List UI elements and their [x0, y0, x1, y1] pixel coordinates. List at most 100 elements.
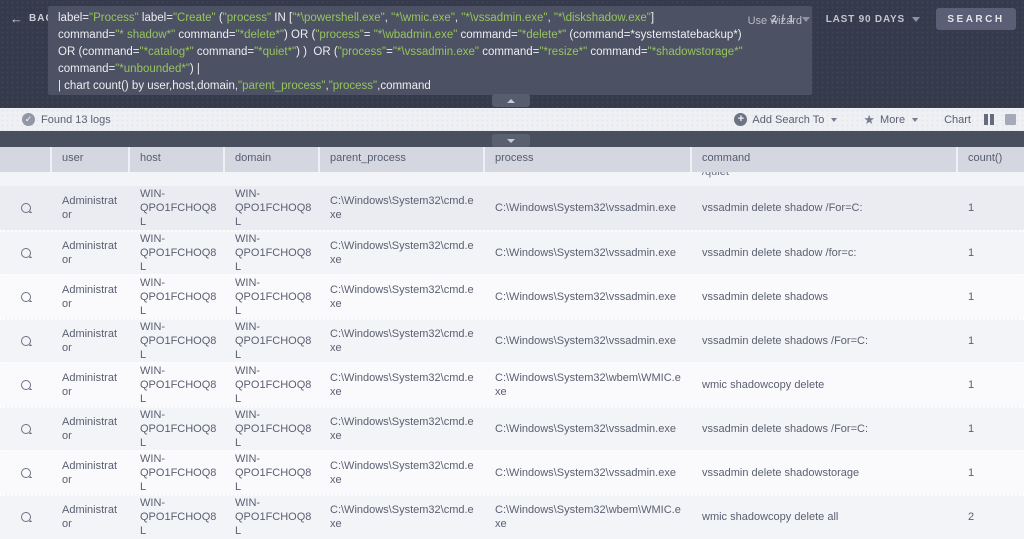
- query-token-value: "*quiet*": [254, 46, 296, 58]
- cell-domain: WIN-QPO1FCHOQ8L: [225, 496, 320, 538]
- add-search-to-label: Add Search To: [752, 114, 824, 126]
- column-header-actions[interactable]: [0, 147, 52, 172]
- cell-actions: [0, 203, 52, 213]
- query-token: ]: [651, 12, 654, 24]
- query-token: IN [: [271, 12, 292, 24]
- query-token-value: "* shadow*": [115, 29, 175, 41]
- table-row: AdministratorWIN-QPO1FCHOQ8LWIN-QPO1FCHO…: [0, 362, 1024, 406]
- chevron-down-icon: [831, 118, 837, 122]
- more-dropdown[interactable]: ★ More: [863, 113, 918, 126]
- cell-parent_process: C:\Windows\System32\cmd.exe: [320, 371, 485, 399]
- column-header-user[interactable]: user: [52, 147, 130, 172]
- cell-parent_process: C:\Windows\System32\cmd.exe: [320, 283, 485, 311]
- cell-parent_process: C:\Windows\System32\cmd.exe: [320, 415, 485, 443]
- query-token: command=: [457, 29, 517, 41]
- table-row: AdministratorWIN-QPO1FCHOQ8LWIN-QPO1FCHO…: [0, 494, 1024, 538]
- query-token-value: "*\powershell.exe": [292, 12, 385, 24]
- column-header-command[interactable]: command: [692, 147, 958, 172]
- search-log-icon[interactable]: [21, 336, 31, 346]
- search-log-icon[interactable]: [21, 248, 31, 258]
- cell-process: C:\Windows\System32\vssadmin.exe: [485, 246, 692, 260]
- cell-user: Administrator: [52, 194, 130, 222]
- cell-command: vssadmin delete shadow /for=c:: [692, 246, 958, 260]
- cell-command: vssadmin delete shadows /For=C:: [692, 422, 958, 436]
- cell-command: vssadmin delete shadow /For=C:: [692, 201, 958, 215]
- cell-parent_process: C:\Windows\System32\cmd.exe: [320, 239, 485, 267]
- cell-actions: [0, 336, 52, 346]
- cell-host: WIN-QPO1FCHOQ8L: [130, 408, 225, 450]
- search-log-icon[interactable]: [21, 292, 31, 302]
- cell-domain: WIN-QPO1FCHOQ8L: [225, 232, 320, 274]
- toolbar-actions: + Add Search To ★ More Chart: [708, 113, 1016, 126]
- collapse-query-button[interactable]: [492, 94, 530, 107]
- search-log-icon[interactable]: [21, 424, 31, 434]
- cell-domain: WIN-QPO1FCHOQ8L: [225, 320, 320, 362]
- search-log-icon[interactable]: [21, 380, 31, 390]
- table-row: AdministratorWIN-QPO1FCHOQ8LWIN-QPO1FCHO…: [0, 406, 1024, 450]
- page-indicator: 2 / 1: [771, 14, 794, 25]
- cell-user: Administrator: [52, 503, 130, 531]
- search-button[interactable]: SEARCH: [936, 8, 1016, 30]
- column-header-count()[interactable]: count(): [958, 147, 1024, 172]
- cell-domain: WIN-QPO1FCHOQ8L: [225, 364, 320, 406]
- query-token-value: "*delete*": [518, 29, 566, 41]
- query-token-value: "*unbounded*": [115, 63, 190, 75]
- cell-command: wmic shadowcopy delete all: [692, 510, 958, 524]
- table-strip: [0, 131, 1024, 147]
- chevron-up-icon: [507, 99, 515, 103]
- bar-chart-icon[interactable]: [984, 114, 994, 125]
- search-log-icon[interactable]: [21, 203, 31, 213]
- cell-process: C:\Windows\System32\vssadmin.exe: [485, 422, 692, 436]
- cell-host: WIN-QPO1FCHOQ8L: [130, 320, 225, 362]
- log-search-app: ← BACK label="Process" label="Create" ("…: [0, 0, 1024, 539]
- search-log-icon[interactable]: [21, 512, 31, 522]
- column-header-process[interactable]: process: [485, 147, 692, 172]
- query-token: command=: [194, 46, 254, 58]
- collapse-results-button[interactable]: [492, 134, 530, 147]
- cell-actions: [0, 468, 52, 478]
- query-token-value: "Process": [89, 12, 139, 24]
- cell-domain: WIN-QPO1FCHOQ8L: [225, 408, 320, 450]
- cell-process: C:\Windows\System32\wbem\WMIC.exe: [485, 371, 692, 399]
- query-token-value: "*\diskshadow.exe": [554, 12, 651, 24]
- query-token: label=: [58, 12, 89, 24]
- cell-actions: [0, 512, 52, 522]
- chart-view-toggle: Chart: [944, 114, 1016, 126]
- cell-process: C:\Windows\System32\vssadmin.exe: [485, 334, 692, 348]
- query-token: OR (command=: [58, 46, 139, 58]
- chevron-down-icon: [507, 139, 515, 143]
- check-circle-icon: ✓: [22, 113, 35, 126]
- cell-host: WIN-QPO1FCHOQ8L: [130, 232, 225, 274]
- add-search-to-dropdown[interactable]: + Add Search To: [734, 113, 837, 126]
- search-log-icon[interactable]: [21, 468, 31, 478]
- query-token: command=: [58, 29, 115, 41]
- query-input[interactable]: label="Process" label="Create" ("process…: [48, 6, 812, 95]
- query-token-value: "*\wmic.exe": [391, 12, 455, 24]
- column-header-parent_process[interactable]: parent_process: [320, 147, 485, 172]
- cell-domain: WIN-QPO1FCHOQ8L: [225, 452, 320, 494]
- search-status: ✓ Found 13 logs: [8, 113, 111, 126]
- query-token-value: "process": [315, 29, 363, 41]
- query-token: (: [216, 12, 223, 24]
- cell-domain: WIN-QPO1FCHOQ8L: [225, 276, 320, 318]
- page-indicator-dropdown[interactable]: 2 / 1: [771, 14, 809, 25]
- cell-command: vssadmin delete shadowstorage: [692, 466, 958, 480]
- cell-user: Administrator: [52, 415, 130, 443]
- query-token-value: "process": [223, 12, 271, 24]
- star-icon: ★: [863, 113, 875, 126]
- table-view-icon[interactable]: [1005, 114, 1016, 125]
- query-token-value: "parent_process": [238, 80, 325, 92]
- cell-actions: [0, 292, 52, 302]
- chevron-down-icon: [912, 17, 920, 22]
- cell-user: Administrator: [52, 371, 130, 399]
- query-bar: ← BACK label="Process" label="Create" ("…: [0, 0, 1024, 108]
- cell-count: 1: [958, 201, 1024, 215]
- results-toolbar: ✓ Found 13 logs + Add Search To ★ More C…: [0, 108, 1024, 131]
- cell-command: vssadmin delete shadows /For=C:: [692, 334, 958, 348]
- query-token: command=: [479, 46, 539, 58]
- time-range-dropdown[interactable]: LAST 90 DAYS: [826, 14, 920, 25]
- cell-host: WIN-QPO1FCHOQ8L: [130, 364, 225, 406]
- column-header-domain[interactable]: domain: [225, 147, 320, 172]
- cell-parent_process: C:\Windows\System32\cmd.exe: [320, 194, 485, 222]
- column-header-host[interactable]: host: [130, 147, 225, 172]
